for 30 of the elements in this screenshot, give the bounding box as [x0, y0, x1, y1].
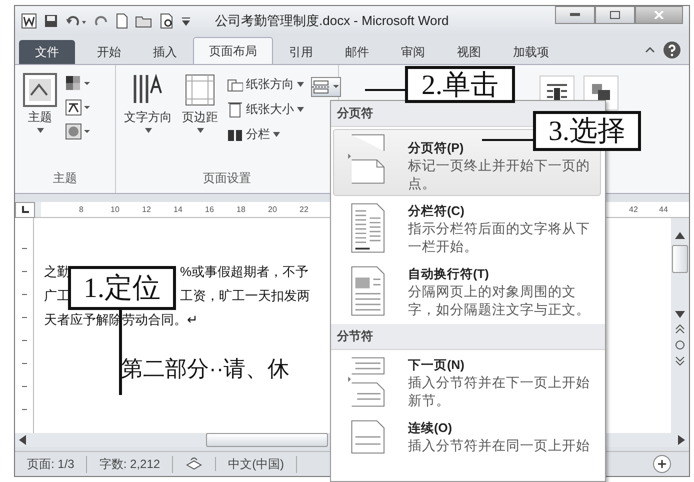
callout-label: 1.定位 — [68, 266, 176, 310]
menu-item-title: 自动换行符(T) — [408, 266, 489, 283]
window-title: 公司考勤管理制度.docx - Microsoft Word — [215, 12, 450, 30]
callout-label: 2.单击 — [405, 66, 515, 103]
menu-item-description: 插入分节符并在下一页上开始新节。 — [408, 374, 591, 410]
ruler-number: 18 — [236, 205, 246, 214]
ruler-number: 10 — [110, 205, 120, 214]
ruler-number: 44 — [659, 205, 669, 214]
group-label: 页面设置 — [202, 170, 252, 187]
menu-item-title: 连续(O) — [408, 420, 452, 437]
menu-item-description: 标记一页终止并开始下一页的点。 — [408, 157, 591, 193]
ruler-number: 20 — [268, 205, 278, 214]
ruler-number: 22 — [300, 205, 310, 214]
body-text: %或事假超期者，不予 — [180, 263, 309, 281]
group-label: 主题 — [52, 170, 78, 187]
body-text: 广工 — [44, 287, 70, 305]
menu-item-title: 分页符(P) — [408, 140, 464, 157]
body-text: 工资，旷工一天扣发两 — [180, 287, 310, 305]
menu-item-description: 分隔网页上的对象周围的文字，如分隔题注文字与正文。 — [408, 283, 591, 319]
ruler-number: 16 — [205, 205, 215, 214]
heading-text: 第二部分··请、休 — [121, 355, 290, 383]
ruler-number: 42 — [629, 205, 639, 214]
menu-item-title: 分栏符(C) — [408, 203, 464, 220]
menu-item-description: 指示分栏符后面的文字将从下一栏开始。 — [408, 220, 591, 256]
menu-item-title: 下一页(N) — [408, 357, 464, 374]
ruler-number: 8 — [79, 205, 84, 214]
menu-item-description: 插入分节符并在同一页上开始 — [408, 437, 591, 455]
ruler-number: 12 — [142, 205, 152, 214]
menu-section-header: 分节符 — [331, 324, 605, 350]
ruler-number: 14 — [174, 205, 184, 214]
